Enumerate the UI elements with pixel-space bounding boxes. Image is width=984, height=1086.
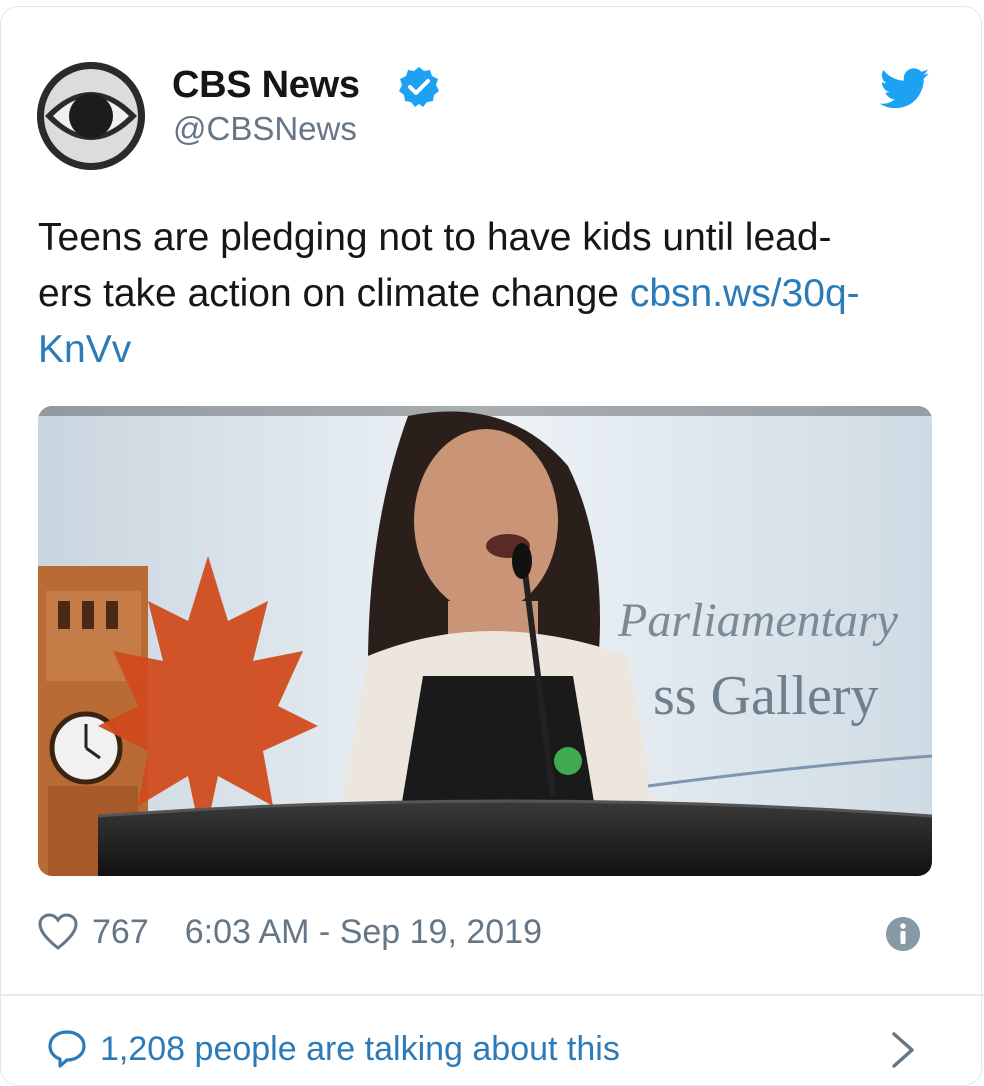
tweet-text: Teens are pledging not to have kids unti… — [38, 210, 938, 378]
press-conference-photo: Parliamentary ss Gallery — [38, 406, 932, 876]
tweet-link-part1[interactable]: cbsn.ws/30q- — [630, 272, 860, 315]
conversation-label[interactable]: 1,208 people are talking about this — [100, 1030, 620, 1069]
tweet-line-1: Teens are pledging not to have kids unti… — [38, 216, 832, 259]
verified-badge-icon — [399, 67, 439, 107]
sign-text-line2: ss Gallery — [653, 665, 879, 727]
cbs-avatar[interactable] — [37, 62, 145, 170]
cbs-eye-logo-icon — [37, 62, 145, 170]
chevron-right-icon[interactable] — [888, 1028, 918, 1072]
account-name[interactable]: CBS News — [172, 64, 360, 107]
tweet-meta: 767 6:03 AM - Sep 19, 2019 — [38, 910, 542, 954]
info-icon[interactable] — [886, 917, 920, 951]
divider — [0, 994, 984, 996]
twitter-bird-icon[interactable] — [880, 68, 930, 110]
tweet-line-2: ers take action on climate change cbsn.w… — [38, 266, 938, 322]
sign-text-line1: Parliamentary — [617, 594, 899, 647]
tweet-line-2-text: ers take action on climate change — [38, 272, 630, 315]
speech-bubble-icon — [48, 1030, 86, 1068]
account-handle[interactable]: @CBSNews — [173, 110, 357, 148]
tweet-timestamp[interactable]: 6:03 AM - Sep 19, 2019 — [185, 913, 542, 952]
like-count[interactable]: 767 — [92, 913, 149, 952]
conversation-link[interactable]: 1,208 people are talking about this — [46, 1028, 620, 1070]
heart-icon[interactable] — [38, 913, 78, 951]
tweet-link-part2[interactable]: KnVv — [38, 322, 938, 378]
tweet-media-image[interactable]: Parliamentary ss Gallery — [38, 406, 932, 876]
